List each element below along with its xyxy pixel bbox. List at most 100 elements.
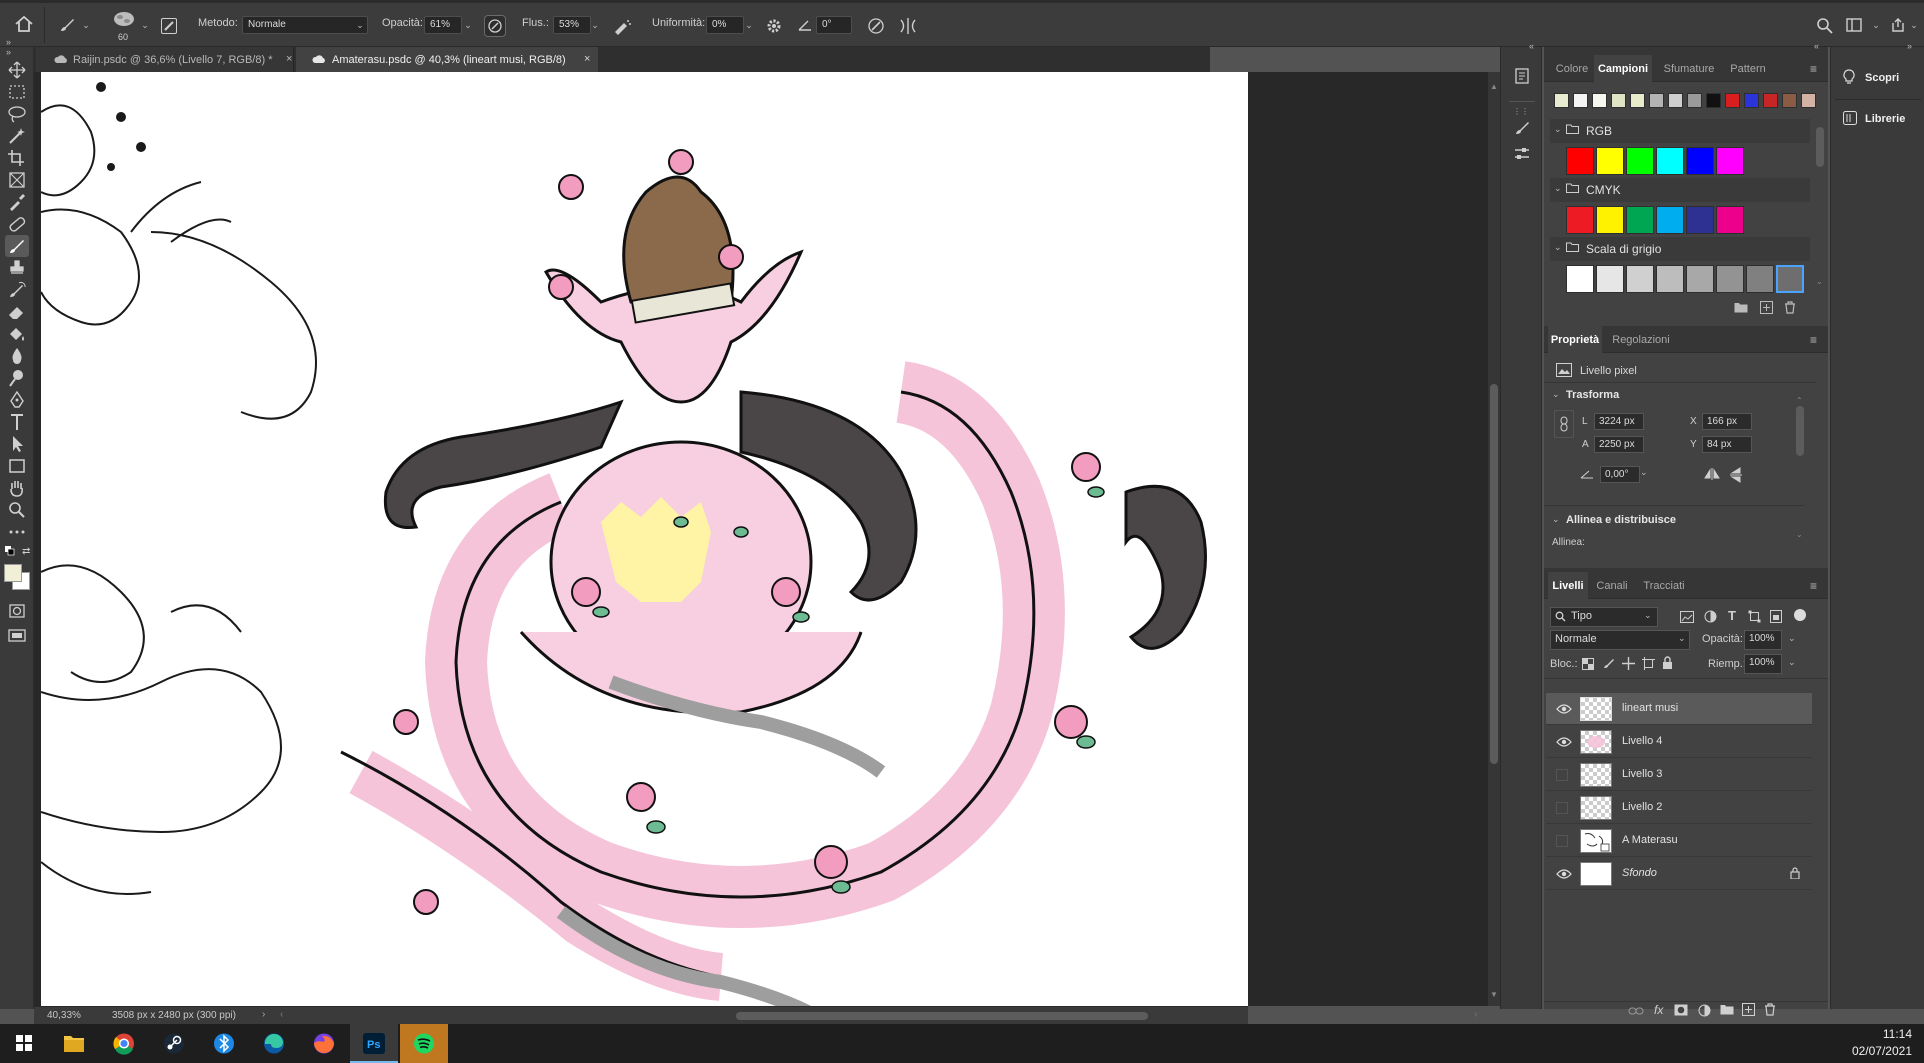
panel-menu-icon[interactable]: ≡	[1810, 62, 1817, 76]
delete-layer-icon[interactable]	[1764, 1003, 1776, 1016]
layer-row[interactable]: Sfondo	[1546, 858, 1812, 890]
history-brush-tool-icon[interactable]	[5, 279, 29, 301]
frame-tool-icon[interactable]	[5, 169, 29, 191]
close-icon[interactable]: ×	[286, 53, 292, 65]
chevron-down-icon[interactable]: ⌄	[1640, 467, 1648, 478]
tab-regolazioni[interactable]: Regolazioni	[1606, 326, 1676, 353]
taskbar-date[interactable]: 02/07/2021	[1842, 1044, 1912, 1058]
brush-settings-panel-icon[interactable]	[1513, 119, 1531, 137]
collapse-icon[interactable]: »	[1907, 41, 1912, 51]
color-swatch[interactable]	[1686, 147, 1714, 175]
filter-smart-object-icon[interactable]	[1770, 610, 1782, 623]
filter-toggle-icon[interactable]	[1794, 609, 1806, 621]
blur-tool-icon[interactable]	[5, 345, 29, 367]
color-swatch[interactable]	[1716, 147, 1744, 175]
chrome-icon[interactable]	[100, 1024, 148, 1063]
chevron-down-icon[interactable]: ⌄	[139, 17, 151, 33]
lock-transparency-icon[interactable]	[1582, 658, 1594, 670]
brush-angle-field[interactable]: 0°	[816, 16, 852, 34]
color-swatch[interactable]	[1596, 206, 1624, 234]
color-swatch[interactable]	[1776, 265, 1804, 293]
share-icon[interactable]	[1890, 18, 1906, 32]
color-swatch[interactable]	[1596, 265, 1624, 293]
recent-color-swatch[interactable]	[1725, 93, 1740, 108]
adjustment-layer-icon[interactable]	[1698, 1004, 1711, 1017]
adjustments-panel-icon[interactable]	[1513, 145, 1531, 163]
gear-icon[interactable]	[766, 18, 782, 34]
layer-opacity-field[interactable]: 100%	[1744, 630, 1782, 650]
eyedropper-tool-icon[interactable]	[5, 191, 29, 213]
chevron-down-icon[interactable]: ⌄	[743, 17, 755, 33]
foreground-color-swatch[interactable]	[4, 564, 22, 582]
history-panel-icon[interactable]	[1513, 67, 1531, 85]
link-dimensions-icon[interactable]	[1554, 410, 1574, 438]
brush-tool-icon[interactable]	[58, 16, 76, 34]
flip-vertical-icon[interactable]	[1730, 467, 1742, 483]
visibility-toggle[interactable]	[1556, 802, 1568, 814]
layer-row[interactable]: Livello 2	[1546, 792, 1812, 824]
scroll-left-icon[interactable]: ‹	[280, 1009, 283, 1020]
color-swatch[interactable]	[1656, 147, 1684, 175]
hand-tool-icon[interactable]	[5, 477, 29, 499]
scroll-down-icon[interactable]: ▼	[1490, 990, 1498, 999]
tab-pattern[interactable]: Pattern	[1724, 55, 1772, 82]
document-canvas[interactable]	[41, 72, 1248, 1006]
spotify-icon[interactable]	[400, 1024, 448, 1063]
recent-color-swatch[interactable]	[1744, 93, 1759, 108]
recent-color-swatch[interactable]	[1573, 93, 1588, 108]
color-swatch[interactable]	[1686, 265, 1714, 293]
lightbulb-icon[interactable]	[1843, 69, 1855, 85]
scroll-up-icon[interactable]: ▲	[1490, 82, 1498, 91]
rectangle-tool-icon[interactable]	[5, 455, 29, 477]
marquee-tool-icon[interactable]	[5, 81, 29, 103]
layer-row[interactable]: Livello 4	[1546, 726, 1812, 758]
swap-colors-icon[interactable]: ⇄	[22, 546, 30, 557]
eraser-tool-icon[interactable]	[5, 301, 29, 323]
lasso-tool-icon[interactable]	[5, 103, 29, 125]
status-menu-icon[interactable]: ›	[262, 1009, 265, 1020]
y-field[interactable]: 84 px	[1702, 436, 1752, 453]
magic-wand-tool-icon[interactable]	[5, 125, 29, 147]
scopri-label[interactable]: Scopri	[1865, 72, 1899, 84]
color-swatch[interactable]	[1566, 265, 1594, 293]
brush-tool-icon[interactable]	[5, 235, 29, 257]
quick-mask-icon[interactable]	[5, 600, 29, 622]
fx-icon[interactable]: fx	[1654, 1003, 1663, 1017]
tab-campioni[interactable]: Campioni	[1594, 55, 1652, 82]
libraries-icon[interactable]	[1843, 111, 1857, 125]
filter-shape-icon[interactable]	[1748, 610, 1761, 623]
healing-brush-tool-icon[interactable]	[5, 213, 29, 235]
search-icon[interactable]	[1816, 17, 1834, 35]
zoom-tool-icon[interactable]	[5, 499, 29, 521]
opacity-field[interactable]: 61%	[424, 16, 462, 34]
layer-row[interactable]: A Materasu	[1546, 825, 1812, 857]
recent-color-swatch[interactable]	[1630, 93, 1645, 108]
expand-panels-icon[interactable]: «	[1529, 41, 1534, 51]
zoom-level[interactable]: 40,33%	[47, 1010, 81, 1021]
chevron-down-icon[interactable]: ⌄	[1908, 17, 1920, 33]
path-selection-tool-icon[interactable]	[5, 433, 29, 455]
swatch-group-grayscale[interactable]: ⌄ Scala di grigio	[1550, 237, 1810, 261]
brush-preset-picker[interactable]	[111, 10, 137, 32]
visibility-toggle[interactable]	[1556, 835, 1568, 847]
scroll-right-icon[interactable]: ›	[1474, 1009, 1477, 1020]
recent-color-swatch[interactable]	[1649, 93, 1664, 108]
align-section-title[interactable]: Allinea e distribuisce	[1566, 514, 1676, 526]
blend-mode-dropdown[interactable]: Normale	[242, 16, 368, 34]
recent-color-swatch[interactable]	[1554, 93, 1569, 108]
color-swatch[interactable]	[1566, 147, 1594, 175]
collapse-icon[interactable]: »	[6, 47, 11, 57]
pressure-opacity-toggle[interactable]	[484, 15, 506, 37]
file-explorer-icon[interactable]	[50, 1024, 98, 1063]
layer-row[interactable]: Livello 3	[1546, 759, 1812, 791]
eye-icon[interactable]	[1556, 736, 1572, 748]
width-field[interactable]: 3224 px	[1594, 413, 1644, 430]
tab-livelli[interactable]: Livelli	[1548, 572, 1588, 599]
lock-position-icon[interactable]	[1622, 657, 1635, 670]
paint-bucket-tool-icon[interactable]	[5, 323, 29, 345]
color-swatch[interactable]	[1626, 147, 1654, 175]
home-icon[interactable]	[14, 15, 34, 33]
dodge-tool-icon[interactable]	[5, 367, 29, 389]
recent-color-swatch[interactable]	[1763, 93, 1778, 108]
collapse-icon[interactable]: «	[1814, 41, 1819, 51]
